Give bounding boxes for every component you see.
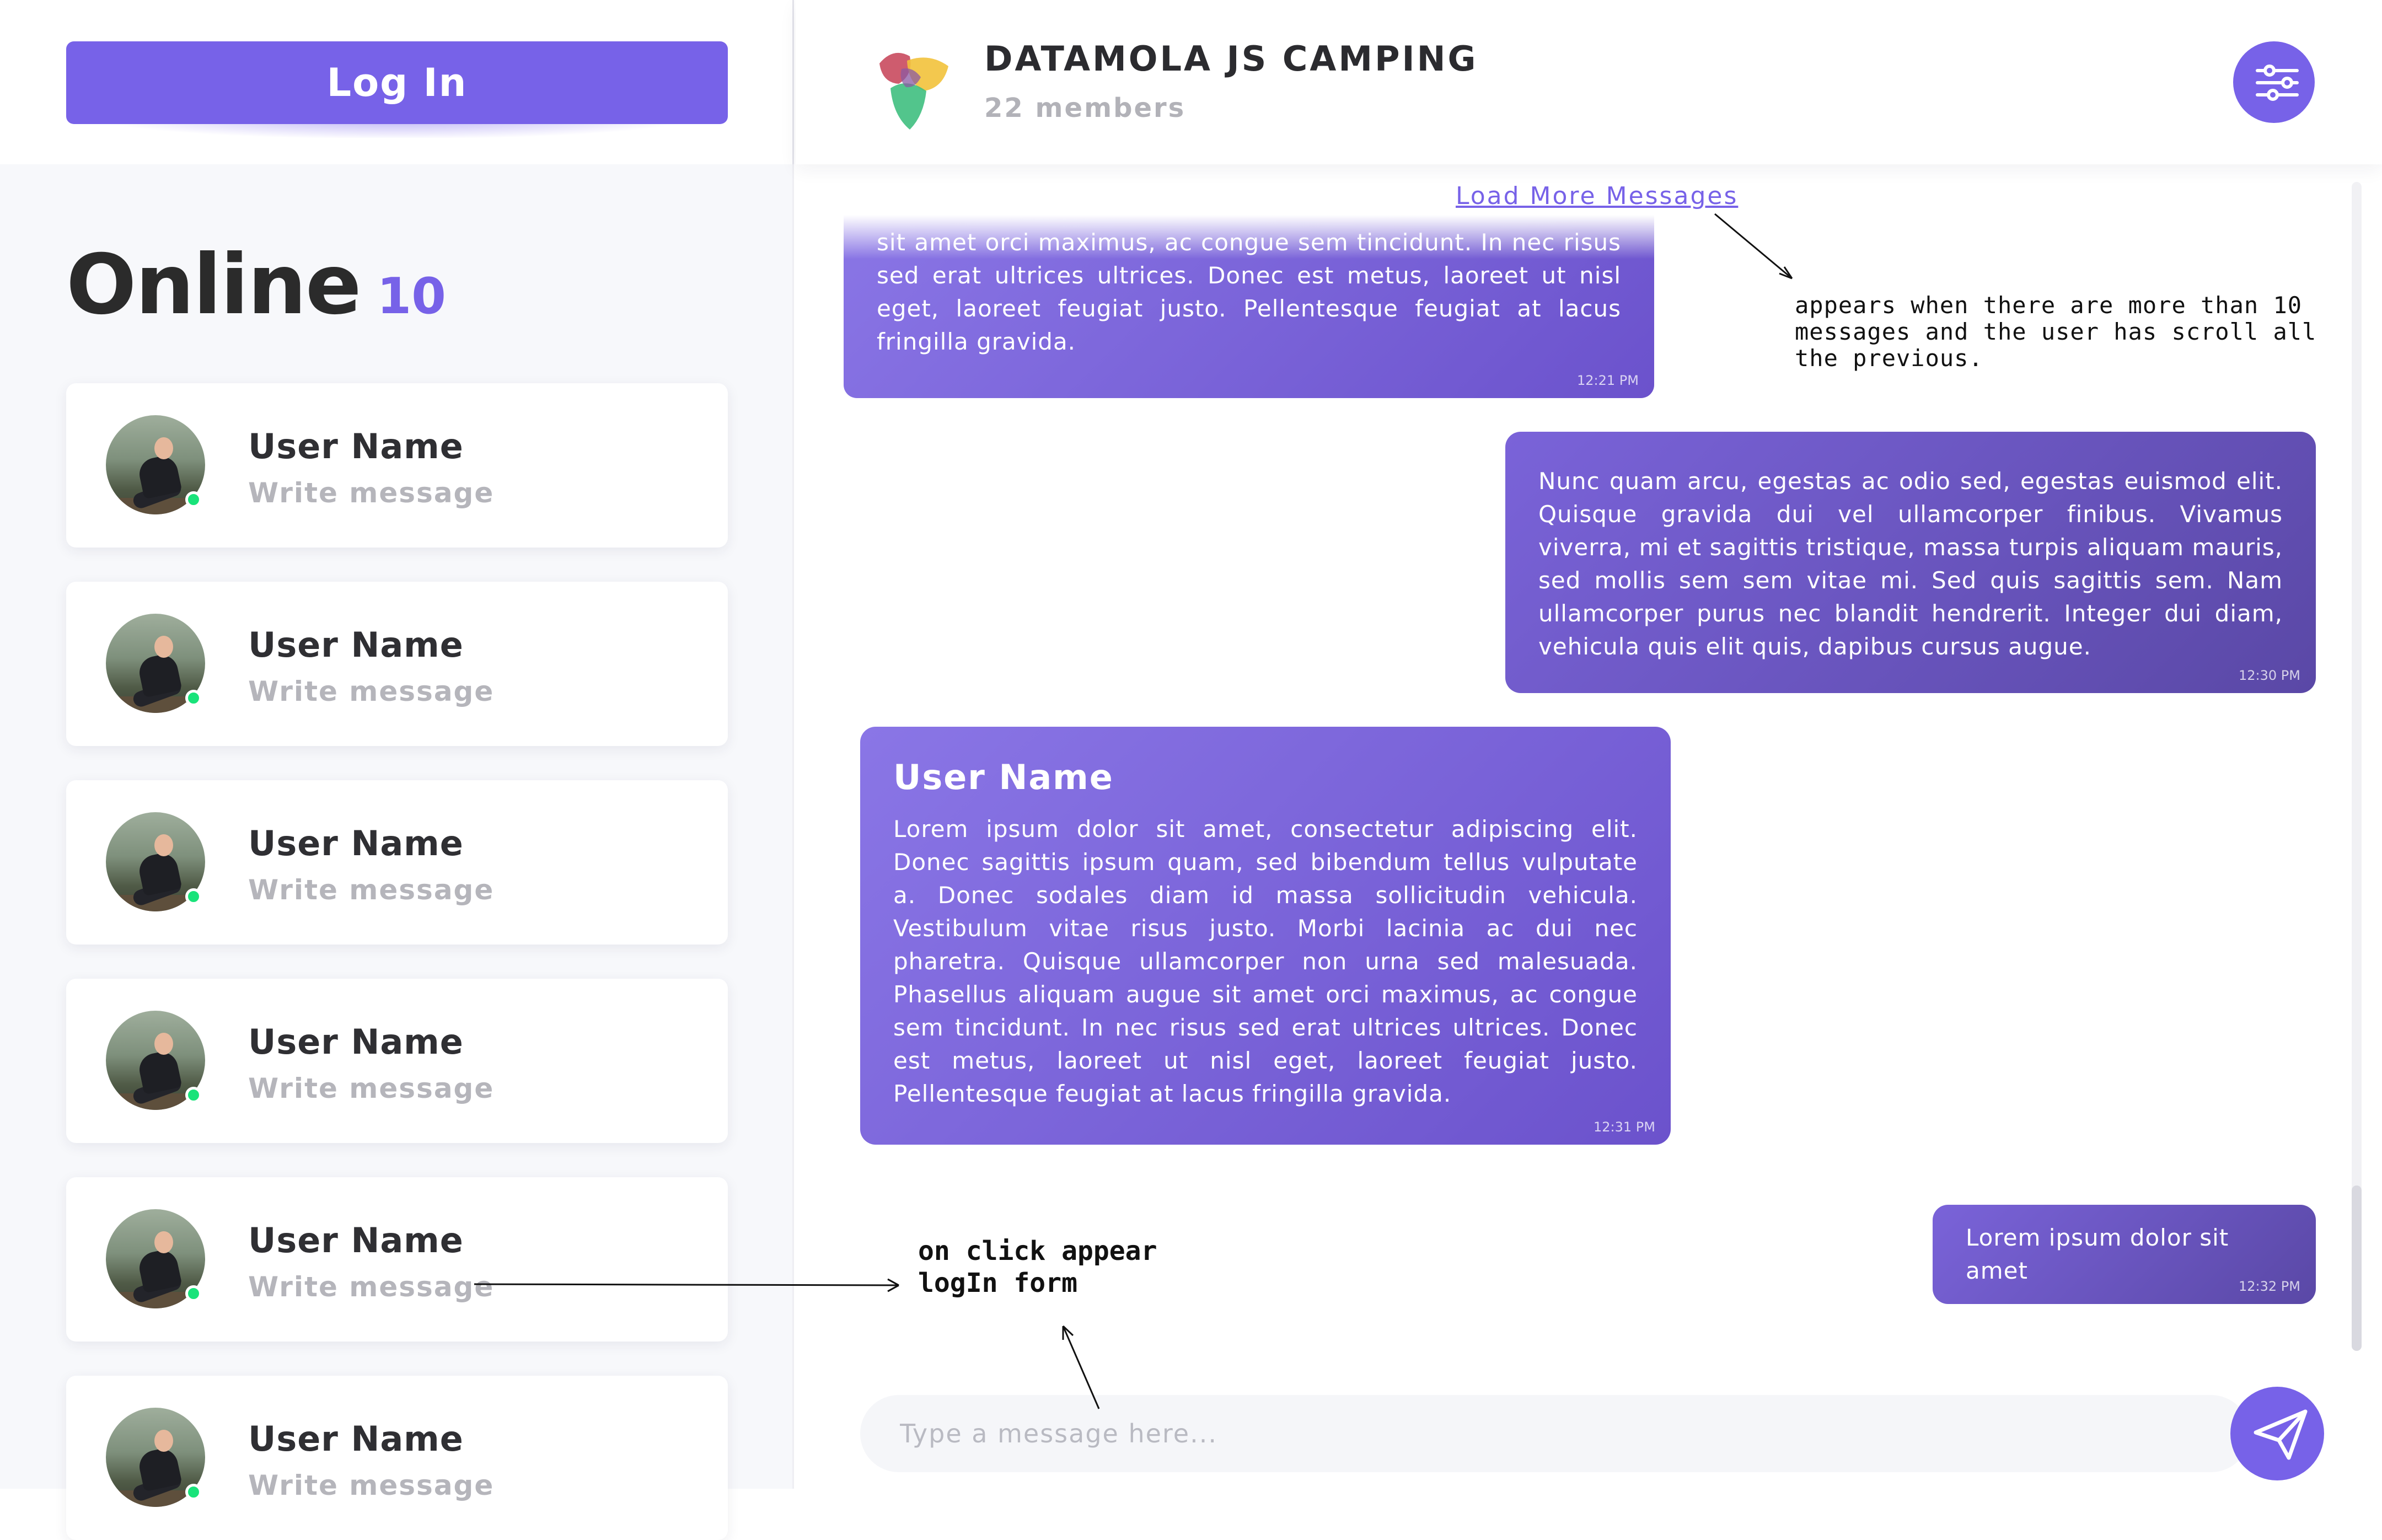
message-text: Lorem ipsum dolor sit amet, consectetur … [893,815,1638,1107]
user-name: User Name [248,1022,464,1062]
online-status-dot [185,888,202,905]
online-status-dot [185,1285,202,1302]
message-incoming: sit amet orci maximus, ac congue sem tin… [844,215,1654,398]
online-status-dot [185,1087,202,1103]
annotation-login-line2: logIn form [918,1268,1077,1298]
user-card[interactable]: User Name Write message [66,1177,728,1342]
online-status-dot [185,1484,202,1500]
arrowhead-login-horizontal [887,1278,899,1292]
user-card[interactable]: User Name Write message [66,582,728,746]
arrowhead-login-vertical [1062,1325,1074,1340]
arrow-load-more [1714,213,1793,280]
user-last-message: Write message [248,477,495,509]
message-sender: User Name [893,757,1114,797]
group-member-count: 22 members [984,93,1186,124]
settings-button[interactable] [2233,41,2315,123]
annotation-login: on click appear logIn form [918,1235,1157,1299]
message-outgoing: Nunc quam arcu, egestas ac odio sed, ege… [1505,432,2316,693]
message-outgoing: Lorem ipsum dolor sit amet 12:32 PM [1933,1205,2316,1304]
message-time: 12:30 PM [2239,668,2300,683]
user-card[interactable]: User Name Write message [66,780,728,945]
online-heading: Online 10 [66,237,446,333]
user-name: User Name [248,625,464,665]
message-incoming: User Name Lorem ipsum dolor sit amet, co… [860,727,1671,1145]
message-input[interactable] [860,1395,2250,1472]
user-card[interactable]: User Name Write message [66,383,728,548]
load-more-messages-link[interactable]: Load More Messages [1456,182,1738,210]
online-status-dot [185,491,202,508]
online-count: 10 [377,267,446,325]
scrollbar-thumb[interactable] [2352,1185,2362,1351]
user-name: User Name [248,426,464,466]
message-time: 12:31 PM [1594,1119,1655,1135]
scroll-fade [844,215,1654,259]
user-last-message: Write message [248,675,495,707]
group-title: DATAMOLA JS CAMPING [984,39,1478,79]
login-button[interactable]: Log In [66,41,728,124]
message-time: 12:21 PM [1577,373,1639,388]
online-label: Online [66,237,362,333]
send-button[interactable] [2230,1387,2324,1480]
message-time: 12:32 PM [2239,1279,2300,1294]
arrowhead-load-more [1779,266,1793,280]
user-name: User Name [248,1419,464,1459]
scrollbar-track[interactable] [2352,182,2362,1351]
user-last-message: Write message [248,1072,495,1104]
message-text: Lorem ipsum dolor sit amet [1966,1224,2229,1284]
message-text: Nunc quam arcu, egestas ac odio sed, ege… [1538,468,2283,660]
paper-plane-icon [2254,1409,2308,1460]
user-card[interactable]: User Name Write message [66,1376,728,1540]
annotation-login-line1: on click appear [918,1236,1157,1267]
user-name: User Name [248,823,464,863]
online-status-dot [185,690,202,706]
sliders-icon [2256,65,2299,101]
user-last-message: Write message [248,1469,495,1501]
annotation-load-more: appears when there are more than 10 mess… [1795,292,2317,372]
user-last-message: Write message [248,874,495,906]
group-logo-icon [879,52,948,130]
user-last-message: Write message [248,1271,495,1303]
user-name: User Name [248,1220,464,1260]
chat-header [796,0,2382,164]
user-card[interactable]: User Name Write message [66,979,728,1143]
